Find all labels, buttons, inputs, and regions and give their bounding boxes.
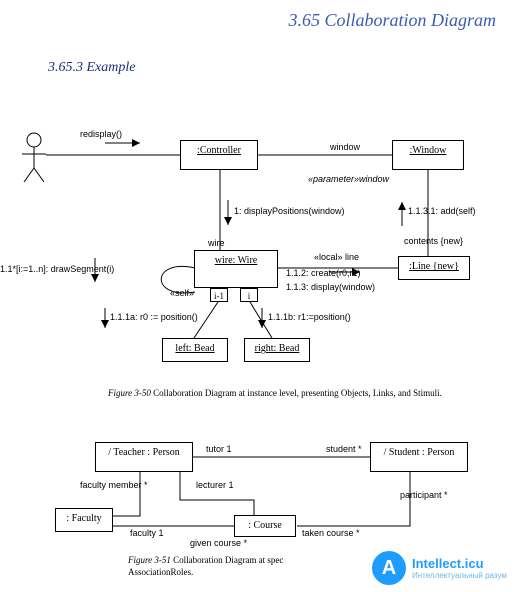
msg-112: 1.1.2: create(r0,r1) xyxy=(286,268,361,278)
box-controller: :Controller xyxy=(180,140,258,170)
qualifier-right: i xyxy=(240,288,258,302)
param-window: «parameter»window xyxy=(308,174,389,184)
msg-11b: 1.1.1b: r1:=position() xyxy=(268,312,351,322)
msg-redisplay: redisplay() xyxy=(80,129,122,139)
msg-drawseg: 1.1*[i:=1..n]: drawSegment(i) xyxy=(0,264,114,274)
label-faculty: : Faculty xyxy=(66,513,101,524)
subsection-title: 3.65.3 Example xyxy=(48,60,135,76)
self-stereo: «self» xyxy=(170,288,194,298)
caption-fig50: Figure 3-50 Collaboration Diagram at ins… xyxy=(108,388,488,398)
box-teacher: / Teacher : Person xyxy=(95,442,193,472)
label-wire: wire: Wire xyxy=(215,255,257,266)
link-window: window xyxy=(330,142,360,152)
role-taken-course: taken course * xyxy=(302,528,360,538)
msg-11a: 1.1.1a: r0 := position() xyxy=(110,312,198,322)
role-tutor: tutor 1 xyxy=(206,444,232,454)
box-wire: wire: Wire xyxy=(194,250,278,288)
box-left-bead: left: Bead xyxy=(162,338,228,362)
box-faculty: : Faculty xyxy=(55,508,113,532)
caption-fig51-num: Figure 3-51 xyxy=(128,555,171,565)
box-student: / Student : Person xyxy=(370,442,468,472)
caption-fig50-text: Collaboration Diagram at instance level,… xyxy=(151,388,442,398)
msg-113: 1.1.3: display(window) xyxy=(286,282,375,292)
caption-fig51-text-b: AssociationRoles. xyxy=(128,567,193,577)
label-controller: :Controller xyxy=(197,145,241,156)
assoc-wire: wire xyxy=(208,238,225,248)
label-line: :Line {new} xyxy=(409,261,459,272)
msg-1: 1: displayPositions(window) xyxy=(234,206,345,216)
local-line: «local» line xyxy=(314,252,359,262)
watermark-subtitle: Интеллектуальный разум xyxy=(412,571,507,580)
caption-fig50-num: Figure 3-50 xyxy=(108,388,151,398)
box-right-bead: right: Bead xyxy=(244,338,310,362)
role-given-course: given course * xyxy=(190,538,247,548)
box-course: : Course xyxy=(234,515,296,537)
label-right-bead: right: Bead xyxy=(255,343,300,354)
role-student: student * xyxy=(326,444,362,454)
label-course: : Course xyxy=(248,520,282,531)
box-window: :Window xyxy=(392,140,464,170)
label-left-bead: left: Bead xyxy=(175,343,214,354)
role-participant: participant * xyxy=(400,490,448,500)
role-faculty-member: faculty member * xyxy=(80,480,148,490)
label-teacher: / Teacher : Person xyxy=(108,447,180,458)
section-title: 3.65 Collaboration Diagram xyxy=(288,10,496,31)
role-lecturer: lecturer 1 xyxy=(196,480,234,490)
link-contents: contents {new} xyxy=(404,236,463,246)
qualifier-left: i-1 xyxy=(210,288,228,302)
msg-1131: 1.1.3.1: add(self) xyxy=(408,206,476,216)
watermark-title: Intellect.icu xyxy=(412,556,507,571)
watermark-icon: A xyxy=(372,551,406,585)
role-faculty1: faculty 1 xyxy=(130,528,164,538)
caption-fig51-text-a: Collaboration Diagram at spec xyxy=(171,555,283,565)
label-student: / Student : Person xyxy=(384,447,455,458)
box-line: :Line {new} xyxy=(398,256,470,280)
label-window: :Window xyxy=(410,145,447,156)
watermark: A Intellect.icu Интеллектуальный разум xyxy=(354,544,514,592)
